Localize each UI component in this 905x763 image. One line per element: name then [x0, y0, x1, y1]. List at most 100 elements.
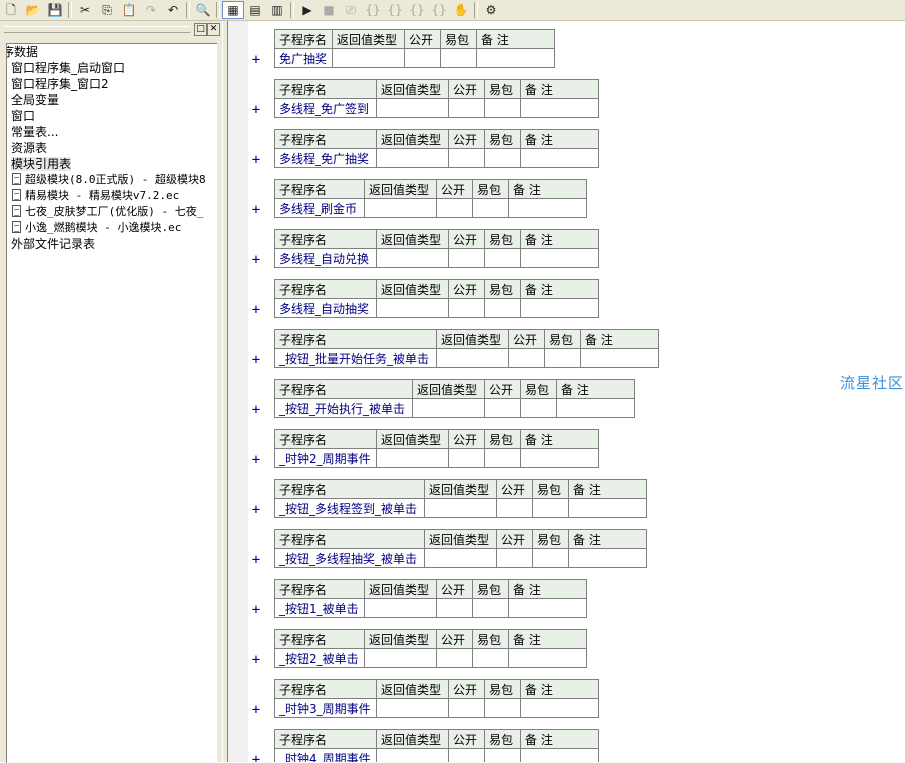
expand-plus-icon[interactable]: +: [250, 553, 262, 567]
sub-program-cell[interactable]: [484, 698, 521, 718]
sub-program-cell[interactable]: [412, 398, 485, 418]
sub-program-cell[interactable]: [376, 298, 449, 318]
sub-program-cell[interactable]: [532, 548, 569, 568]
layout-1-button[interactable]: ▦: [222, 1, 244, 19]
sub-program-cell[interactable]: [484, 148, 521, 168]
sub-program-cell[interactable]: [364, 598, 437, 618]
sub-program-cell[interactable]: [508, 598, 587, 618]
sub-program-cell[interactable]: [520, 448, 599, 468]
tree-item[interactable]: 窗口: [11, 108, 35, 124]
sub-program-cell[interactable]: [376, 148, 449, 168]
sub-program-cell[interactable]: [448, 698, 485, 718]
redo-button[interactable]: ↷: [140, 1, 162, 19]
sub-program-cell[interactable]: [424, 548, 497, 568]
sub-program-cell[interactable]: [520, 98, 599, 118]
sub-program-name-cell[interactable]: 免广抽奖: [274, 48, 333, 68]
run-to-cursor-button[interactable]: {}: [428, 1, 450, 19]
sub-program-cell[interactable]: [404, 48, 441, 68]
tree-item[interactable]: 资源表: [11, 140, 47, 156]
sub-program-cell[interactable]: [508, 348, 545, 368]
undo-button[interactable]: ↶: [162, 1, 184, 19]
expand-plus-icon[interactable]: +: [250, 503, 262, 517]
sub-program-cell[interactable]: [520, 698, 599, 718]
panel-restore-button[interactable]: □: [194, 23, 207, 36]
sub-program-cell[interactable]: [496, 548, 533, 568]
sub-program-name-cell[interactable]: _时钟2_周期事件: [274, 448, 377, 468]
tree-item[interactable]: 精易模块 - 精易模块v7.2.ec: [12, 188, 179, 204]
sub-program-name-cell[interactable]: _按钮_批量开始任务_被单击: [274, 348, 437, 368]
sub-program-cell[interactable]: [520, 248, 599, 268]
sub-program-cell[interactable]: [520, 148, 599, 168]
sub-program-cell[interactable]: [472, 198, 509, 218]
sub-program-cell[interactable]: [364, 198, 437, 218]
new-file-button[interactable]: 🗋: [0, 1, 22, 19]
tree-item[interactable]: 小逸_燃鹅模块 - 小逸模块.ec: [12, 220, 181, 236]
expand-plus-icon[interactable]: +: [250, 703, 262, 717]
sub-program-cell[interactable]: [508, 648, 587, 668]
sub-program-cell[interactable]: [448, 448, 485, 468]
sub-program-cell[interactable]: [424, 498, 497, 518]
sub-program-cell[interactable]: [364, 648, 437, 668]
sub-program-name-cell[interactable]: 多线程_自动抽奖: [274, 298, 377, 318]
debug-button[interactable]: ⎚: [340, 1, 362, 19]
cut-button[interactable]: ✂: [74, 1, 96, 19]
layout-2-button[interactable]: ▤: [244, 1, 266, 19]
sub-program-cell[interactable]: [508, 198, 587, 218]
sub-program-cell[interactable]: [520, 398, 557, 418]
tree-item[interactable]: 七夜_皮肤梦工厂(优化版) - 七夜_: [12, 204, 203, 220]
tree-item[interactable]: 窗口程序集_窗口2: [11, 76, 109, 92]
sub-program-name-cell[interactable]: _按钮_开始执行_被单击: [274, 398, 413, 418]
sub-program-cell[interactable]: [472, 598, 509, 618]
save-file-button[interactable]: 💾: [44, 1, 66, 19]
open-file-button[interactable]: 📂: [22, 1, 44, 19]
sub-program-cell[interactable]: [448, 148, 485, 168]
sub-program-cell[interactable]: [376, 248, 449, 268]
tree-item[interactable]: 序数据: [7, 44, 38, 60]
sub-program-cell[interactable]: [520, 748, 599, 762]
code-editor[interactable]: + 子程序名 返回值类型 公开 易包备 注免广抽奖 + 子程序名 返回值类型 公开 易包备 注多线…: [228, 21, 905, 762]
sub-program-cell[interactable]: [556, 398, 635, 418]
tree-item[interactable]: 外部文件记录表: [11, 236, 95, 252]
sub-program-cell[interactable]: [484, 748, 521, 762]
sub-program-cell[interactable]: [448, 248, 485, 268]
sub-program-name-cell[interactable]: _按钮_多线程签到_被单击: [274, 498, 425, 518]
panel-grip[interactable]: [4, 26, 190, 33]
sub-program-name-cell[interactable]: 多线程_免广抽奖: [274, 148, 377, 168]
sub-program-cell[interactable]: [484, 98, 521, 118]
sub-program-cell[interactable]: [472, 648, 509, 668]
expand-plus-icon[interactable]: +: [250, 303, 262, 317]
sub-program-name-cell[interactable]: _时钟3_周期事件: [274, 698, 377, 718]
tree-item[interactable]: 超级模块(8.0正式版) - 超级模块8: [12, 172, 206, 188]
sub-program-name-cell[interactable]: _按钮2_被单击: [274, 648, 365, 668]
expand-plus-icon[interactable]: +: [250, 253, 262, 267]
panel-close-button[interactable]: ✕: [207, 23, 220, 36]
tree-item[interactable]: 模块引用表: [11, 156, 72, 172]
step-into-button[interactable]: {}: [362, 1, 384, 19]
sub-program-cell[interactable]: [436, 598, 473, 618]
sub-program-cell[interactable]: [568, 548, 647, 568]
sub-program-cell[interactable]: [448, 98, 485, 118]
sub-program-cell[interactable]: [484, 248, 521, 268]
hand-button[interactable]: ✋: [450, 1, 472, 19]
expand-plus-icon[interactable]: +: [250, 353, 262, 367]
tree-item[interactable]: 窗口程序集_启动窗口: [11, 60, 125, 76]
stop-button[interactable]: ■: [318, 1, 340, 19]
sub-program-cell[interactable]: [448, 748, 485, 762]
tools-button[interactable]: ⚙: [480, 1, 502, 19]
sub-program-name-cell[interactable]: 多线程_刷金币: [274, 198, 365, 218]
run-button[interactable]: ▶: [296, 1, 318, 19]
expand-plus-icon[interactable]: +: [250, 103, 262, 117]
sub-program-cell[interactable]: [476, 48, 555, 68]
find-button[interactable]: 🔍: [192, 1, 214, 19]
step-out-button[interactable]: {}: [406, 1, 428, 19]
expand-plus-icon[interactable]: +: [250, 753, 262, 762]
sub-program-cell[interactable]: [376, 448, 449, 468]
expand-plus-icon[interactable]: +: [250, 53, 262, 67]
sub-program-cell[interactable]: [436, 348, 509, 368]
tree-item[interactable]: 常量表...: [11, 124, 58, 140]
expand-plus-icon[interactable]: +: [250, 153, 262, 167]
sub-program-cell[interactable]: [436, 648, 473, 668]
layout-3-button[interactable]: ▥: [266, 1, 288, 19]
tree-item[interactable]: 全局变量: [11, 92, 59, 108]
sub-program-cell[interactable]: [436, 198, 473, 218]
